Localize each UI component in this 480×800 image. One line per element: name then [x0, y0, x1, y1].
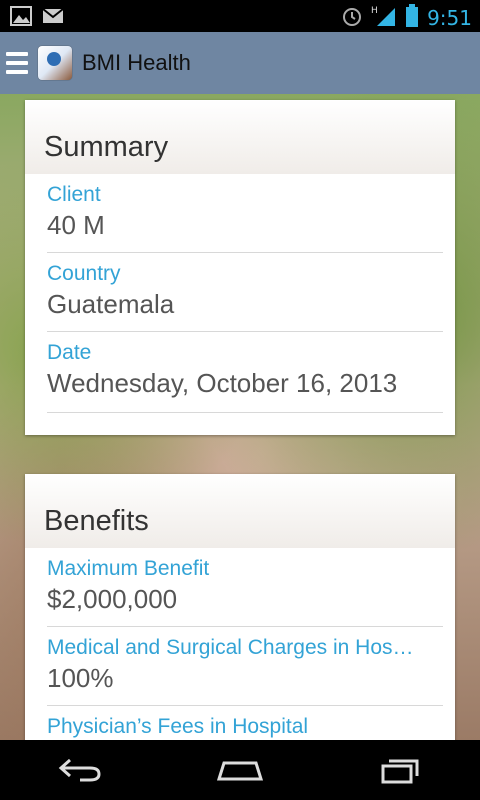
- benefits-card-header: Benefits: [25, 474, 455, 548]
- field-label: Country: [47, 262, 121, 285]
- benefits-title: Benefits: [44, 505, 149, 537]
- client-field: Client 40 M: [47, 174, 443, 253]
- app-title: BMI Health: [82, 50, 191, 75]
- maximum-benefit-field: Maximum Benefit $2,000,000: [47, 548, 443, 627]
- summary-title: Summary: [44, 131, 169, 163]
- mail-icon: [42, 6, 64, 30]
- gallery-icon: [10, 6, 32, 30]
- battery-icon: [405, 4, 419, 32]
- action-bar: BMI Health: [0, 32, 480, 94]
- field-value: $2,000,000: [47, 584, 178, 614]
- medical-surgical-charges-field: Medical and Surgical Charges in Hos… 100…: [47, 627, 443, 706]
- menu-icon[interactable]: [6, 52, 28, 74]
- back-icon[interactable]: [50, 750, 110, 790]
- field-label: Medical and Surgical Charges in Hos…: [47, 636, 414, 659]
- svg-text:H: H: [371, 6, 378, 16]
- date-field: Date Wednesday, October 16, 2013: [47, 332, 443, 413]
- navigation-bar: [0, 740, 480, 800]
- field-label: Physician’s Fees in Hospital: [47, 715, 309, 738]
- signal-icon: H: [371, 4, 397, 32]
- summary-card-header: Summary: [25, 100, 455, 174]
- field-value: Wednesday, October 16, 2013: [47, 368, 398, 398]
- physician-fees-field: Physician’s Fees in Hospital: [47, 706, 443, 740]
- clock-time: 9:51: [427, 6, 472, 30]
- alarm-icon: [341, 5, 363, 31]
- benefits-card: Benefits Maximum Benefit $2,000,000 Medi…: [25, 474, 455, 740]
- field-value: Guatemala: [47, 289, 175, 319]
- content-scroll-area[interactable]: Summary Client 40 M Country Guatemala Da…: [0, 94, 480, 740]
- field-label: Date: [47, 341, 92, 364]
- recent-apps-icon[interactable]: [370, 750, 430, 790]
- summary-card: Summary Client 40 M Country Guatemala Da…: [25, 100, 455, 435]
- country-field: Country Guatemala: [47, 253, 443, 332]
- field-value: 40 M: [47, 210, 105, 240]
- home-icon[interactable]: [210, 750, 270, 790]
- field-value: 100%: [47, 663, 114, 693]
- status-bar: H 9:51: [0, 0, 480, 32]
- app-logo-icon[interactable]: [38, 46, 72, 80]
- field-label: Client: [47, 183, 101, 206]
- field-label: Maximum Benefit: [47, 557, 210, 580]
